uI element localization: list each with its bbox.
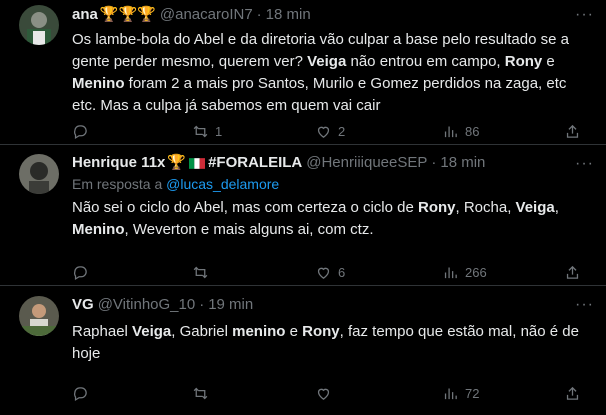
text-segment: , Gabriel <box>171 323 233 340</box>
highlighted-name: Veiga <box>515 199 555 216</box>
retweet-button[interactable]: 1 <box>192 123 222 140</box>
trophy-emojis: 🏆🏆🏆 <box>99 6 156 23</box>
highlighted-name: menino <box>232 323 286 340</box>
like-icon <box>317 126 330 138</box>
author-handle[interactable]: @anacaroIN7 <box>160 5 253 25</box>
like-count: 6 <box>338 264 346 280</box>
like-count: 2 <box>338 123 346 139</box>
more-icon[interactable]: ··· <box>575 6 594 24</box>
highlighted-name: Rony <box>504 53 543 70</box>
highlighted-name: Menino <box>72 221 125 238</box>
views-button[interactable]: 86 <box>442 123 479 140</box>
tweet-text: Os lambe-bola do Abel e da diretoria vão… <box>72 29 594 117</box>
share-button[interactable] <box>564 123 581 140</box>
like-button[interactable]: 6 <box>315 264 345 281</box>
views-button[interactable]: 266 <box>442 264 487 281</box>
text-segment: não entrou em campo, <box>346 53 505 70</box>
like-button[interactable]: 2 <box>315 123 345 140</box>
text-segment: Raphael <box>72 323 133 340</box>
replying-to: Em resposta a @lucas_delamore <box>72 174 594 194</box>
like-icon <box>317 267 330 279</box>
tweet-text: Não sei o ciclo do Abel, mas com certeza… <box>72 197 594 241</box>
timestamp[interactable]: 18 min <box>440 153 485 173</box>
trophy-emoji: 🏆 <box>167 154 187 171</box>
views-count: 86 <box>465 123 480 139</box>
replying-to-label: Em resposta a <box>72 176 163 192</box>
separator: · <box>199 296 205 313</box>
highlighted-name: Veiga <box>132 323 172 340</box>
highlighted-name: Menino <box>72 75 125 92</box>
highlighted-name: Rony <box>302 323 340 340</box>
author-name[interactable]: VG <box>72 295 94 315</box>
views-icon <box>444 388 457 399</box>
italy-flag-icon <box>189 157 206 169</box>
retweet-count: 1 <box>215 123 223 139</box>
tweet-2[interactable]: Henrique 11x 🏆 #FORALEILA @HenriiiqueeSE… <box>0 145 606 286</box>
retweet-button[interactable] <box>192 385 215 402</box>
retweet-icon <box>193 387 208 399</box>
share-icon <box>566 265 579 279</box>
more-icon[interactable]: ··· <box>575 155 594 173</box>
reply-icon <box>74 265 87 280</box>
reply-icon <box>74 124 87 139</box>
share-button[interactable] <box>564 385 581 402</box>
avatar[interactable] <box>19 154 59 194</box>
timestamp[interactable]: 18 min <box>266 5 311 25</box>
highlighted-name: Veiga <box>307 53 347 70</box>
mention-link[interactable]: @lucas_delamore <box>166 176 279 192</box>
views-icon <box>444 267 457 278</box>
retweet-icon <box>193 266 208 278</box>
avatar[interactable] <box>19 5 59 45</box>
more-icon[interactable]: ··· <box>575 296 594 314</box>
like-icon <box>317 388 330 400</box>
views-count: 72 <box>465 385 480 401</box>
tweet-3[interactable]: VG @VitinhoG_10 · 19 min Raphael Veiga, … <box>0 286 606 415</box>
retweet-icon <box>193 125 208 137</box>
retweet-button[interactable] <box>192 264 215 281</box>
reply-icon <box>74 386 87 401</box>
text-segment: Não sei o ciclo do Abel, mas com certeza… <box>72 199 418 216</box>
text-segment: , <box>554 199 559 216</box>
author-handle[interactable]: @VitinhoG_10 <box>98 295 196 315</box>
tweet-text: Raphael Veiga, Gabriel menino e Rony, fa… <box>72 321 594 365</box>
text-segment: e <box>542 53 555 70</box>
reply-button[interactable] <box>72 123 95 140</box>
text-segment: , Rocha, <box>455 199 516 216</box>
share-icon <box>566 386 579 400</box>
views-count: 266 <box>465 264 487 280</box>
separator: · <box>431 154 437 171</box>
share-icon <box>566 124 579 138</box>
highlighted-name: Rony <box>418 199 456 216</box>
like-button[interactable] <box>315 385 338 402</box>
text-segment: , Weverton e mais alguns ai, com ctz. <box>124 221 374 238</box>
text-segment: foram 2 a mais pro Santos, Murilo e Gome… <box>72 75 567 114</box>
author-name[interactable]: Henrique 11x <box>72 153 165 173</box>
views-button[interactable]: 72 <box>442 385 479 402</box>
author-name[interactable]: ana <box>72 5 98 25</box>
timestamp[interactable]: 19 min <box>208 295 253 315</box>
author-name-suffix[interactable]: #FORALEILA <box>208 153 302 173</box>
avatar[interactable] <box>19 296 59 336</box>
reply-button[interactable] <box>72 385 95 402</box>
reply-button[interactable] <box>72 264 95 281</box>
views-icon <box>444 126 457 137</box>
separator: · <box>256 6 262 23</box>
tweet-1[interactable]: ana 🏆🏆🏆 @anacaroIN7 · 18 min Os lambe-bo… <box>0 0 606 145</box>
share-button[interactable] <box>564 264 581 281</box>
author-handle[interactable]: @HenriiiqueeSEP <box>306 153 427 173</box>
text-segment: e <box>285 323 303 340</box>
